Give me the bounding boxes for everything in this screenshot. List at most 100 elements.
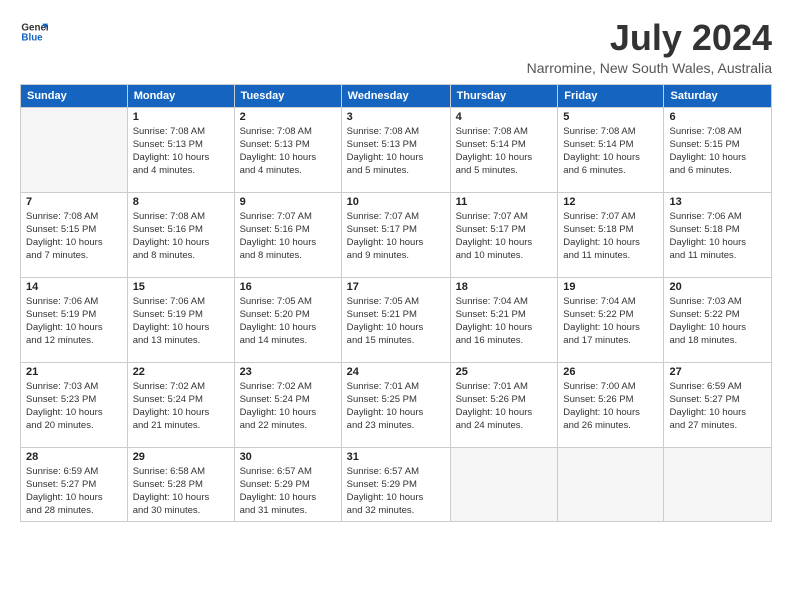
day-info: Sunrise: 7:02 AMSunset: 5:24 PMDaylight:…	[133, 380, 229, 433]
day-info: Sunrise: 7:04 AMSunset: 5:21 PMDaylight:…	[456, 295, 553, 348]
day-number: 3	[347, 111, 445, 123]
day-number: 7	[26, 196, 122, 208]
logo-icon: General Blue	[20, 18, 48, 46]
calendar-cell: 27Sunrise: 6:59 AMSunset: 5:27 PMDayligh…	[664, 362, 772, 447]
day-info: Sunrise: 7:08 AMSunset: 5:14 PMDaylight:…	[563, 125, 658, 178]
day-number: 8	[133, 196, 229, 208]
calendar-cell: 25 Sunrise: 7:01 AMSunset: 5:26 PMDayligh…	[450, 362, 558, 447]
day-number: 20	[669, 281, 766, 293]
calendar-cell: 8 Sunrise: 7:08 AMSunset: 5:16 PMDaylight…	[127, 192, 234, 277]
day-info: Sunrise: 7:04 AMSunset: 5:22 PMDaylight:…	[563, 295, 658, 348]
calendar-week-row-2: 14 Sunrise: 7:06 AMSunset: 5:19 PMDayligh…	[21, 277, 772, 362]
day-info: Sunrise: 7:06 AMSunset: 5:18 PMDaylight:…	[669, 210, 766, 263]
header: General Blue July 2024 Narromine, New So…	[20, 18, 772, 76]
calendar-cell: 12 Sunrise: 7:07 AMSunset: 5:18 PMDayligh…	[558, 192, 664, 277]
day-number: 29	[133, 451, 229, 463]
day-info: Sunrise: 6:59 AMSunset: 5:27 PMDaylight:…	[26, 465, 122, 518]
calendar-cell: 21 Sunrise: 7:03 AMSunset: 5:23 PMDayligh…	[21, 362, 128, 447]
day-number: 21	[26, 366, 122, 378]
col-friday: Friday	[558, 84, 664, 107]
day-info: Sunrise: 6:57 AMSunset: 5:29 PMDaylight:…	[347, 465, 445, 518]
calendar-cell: 19 Sunrise: 7:04 AMSunset: 5:22 PMDayligh…	[558, 277, 664, 362]
calendar-cell: 10Sunrise: 7:07 AMSunset: 5:17 PMDayligh…	[341, 192, 450, 277]
day-number: 12	[563, 196, 658, 208]
calendar-cell: 7 Sunrise: 7:08 AMSunset: 5:15 PMDaylight…	[21, 192, 128, 277]
day-number: 14	[26, 281, 122, 293]
col-tuesday: Tuesday	[234, 84, 341, 107]
calendar-week-row-3: 21 Sunrise: 7:03 AMSunset: 5:23 PMDayligh…	[21, 362, 772, 447]
calendar-cell: 6 Sunrise: 7:08 AMSunset: 5:15 PMDaylight…	[664, 107, 772, 192]
page: General Blue July 2024 Narromine, New So…	[0, 0, 792, 532]
day-info: Sunrise: 7:07 AMSunset: 5:18 PMDaylight:…	[563, 210, 658, 263]
day-number: 6	[669, 111, 766, 123]
calendar-cell: 14 Sunrise: 7:06 AMSunset: 5:19 PMDayligh…	[21, 277, 128, 362]
day-info: Sunrise: 7:06 AMSunset: 5:19 PMDaylight:…	[26, 295, 122, 348]
day-number: 5	[563, 111, 658, 123]
day-info: Sunrise: 7:03 AMSunset: 5:23 PMDaylight:…	[26, 380, 122, 433]
day-info: Sunrise: 7:01 AMSunset: 5:26 PMDaylight:…	[456, 380, 553, 433]
calendar-week-row-0: 1 Sunrise: 7:08 AMSunset: 5:13 PMDaylight…	[21, 107, 772, 192]
calendar-header-row: Sunday Monday Tuesday Wednesday Thursday…	[21, 84, 772, 107]
day-number: 9	[240, 196, 336, 208]
calendar-week-row-4: 28 Sunrise: 6:59 AMSunset: 5:27 PMDayligh…	[21, 447, 772, 521]
day-number: 17	[347, 281, 445, 293]
day-info: Sunrise: 7:05 AMSunset: 5:20 PMDaylight:…	[240, 295, 336, 348]
svg-text:Blue: Blue	[21, 32, 43, 43]
day-info: Sunrise: 7:00 AMSunset: 5:26 PMDaylight:…	[563, 380, 658, 433]
day-number: 31	[347, 451, 445, 463]
day-info: Sunrise: 7:08 AMSunset: 5:15 PMDaylight:…	[26, 210, 122, 263]
calendar-cell	[664, 447, 772, 521]
day-info: Sunrise: 7:07 AMSunset: 5:17 PMDaylight:…	[347, 210, 445, 263]
day-info: Sunrise: 7:08 AMSunset: 5:14 PMDaylight:…	[456, 125, 553, 178]
day-info: Sunrise: 7:07 AMSunset: 5:17 PMDaylight:…	[456, 210, 553, 263]
day-number: 19	[563, 281, 658, 293]
day-number: 23	[240, 366, 336, 378]
calendar-cell: 3 Sunrise: 7:08 AMSunset: 5:13 PMDaylight…	[341, 107, 450, 192]
day-number: 24	[347, 366, 445, 378]
calendar-cell: 2Sunrise: 7:08 AMSunset: 5:13 PMDaylight…	[234, 107, 341, 192]
day-info: Sunrise: 6:59 AMSunset: 5:27 PMDaylight:…	[669, 380, 766, 433]
day-info: Sunrise: 6:57 AMSunset: 5:29 PMDaylight:…	[240, 465, 336, 518]
col-wednesday: Wednesday	[341, 84, 450, 107]
calendar-cell: 23Sunrise: 7:02 AMSunset: 5:24 PMDayligh…	[234, 362, 341, 447]
day-number: 22	[133, 366, 229, 378]
day-number: 11	[456, 196, 553, 208]
day-info: Sunrise: 7:08 AMSunset: 5:13 PMDaylight:…	[240, 125, 336, 178]
calendar-cell: 9Sunrise: 7:07 AMSunset: 5:16 PMDaylight…	[234, 192, 341, 277]
calendar-cell: 18Sunrise: 7:04 AMSunset: 5:21 PMDayligh…	[450, 277, 558, 362]
day-number: 26	[563, 366, 658, 378]
calendar-cell: 13 Sunrise: 7:06 AMSunset: 5:18 PMDayligh…	[664, 192, 772, 277]
calendar-cell: 1Sunrise: 7:08 AMSunset: 5:13 PMDaylight…	[127, 107, 234, 192]
calendar-week-row-1: 7 Sunrise: 7:08 AMSunset: 5:15 PMDaylight…	[21, 192, 772, 277]
col-saturday: Saturday	[664, 84, 772, 107]
day-number: 25	[456, 366, 553, 378]
calendar-cell: 31 Sunrise: 6:57 AMSunset: 5:29 PMDayligh…	[341, 447, 450, 521]
calendar-cell	[21, 107, 128, 192]
col-monday: Monday	[127, 84, 234, 107]
day-info: Sunrise: 7:08 AMSunset: 5:15 PMDaylight:…	[669, 125, 766, 178]
day-info: Sunrise: 7:06 AMSunset: 5:19 PMDaylight:…	[133, 295, 229, 348]
calendar-cell: 28 Sunrise: 6:59 AMSunset: 5:27 PMDayligh…	[21, 447, 128, 521]
calendar-cell: 5 Sunrise: 7:08 AMSunset: 5:14 PMDaylight…	[558, 107, 664, 192]
calendar-cell	[558, 447, 664, 521]
day-number: 1	[133, 111, 229, 123]
col-thursday: Thursday	[450, 84, 558, 107]
calendar-cell: 22 Sunrise: 7:02 AMSunset: 5:24 PMDayligh…	[127, 362, 234, 447]
day-info: Sunrise: 7:08 AMSunset: 5:13 PMDaylight:…	[347, 125, 445, 178]
day-number: 13	[669, 196, 766, 208]
day-info: Sunrise: 7:05 AMSunset: 5:21 PMDaylight:…	[347, 295, 445, 348]
calendar-cell	[450, 447, 558, 521]
calendar-cell: 24Sunrise: 7:01 AMSunset: 5:25 PMDayligh…	[341, 362, 450, 447]
day-number: 16	[240, 281, 336, 293]
col-sunday: Sunday	[21, 84, 128, 107]
calendar-cell: 29 Sunrise: 6:58 AMSunset: 5:28 PMDayligh…	[127, 447, 234, 521]
calendar-cell: 4Sunrise: 7:08 AMSunset: 5:14 PMDaylight…	[450, 107, 558, 192]
day-info: Sunrise: 7:08 AMSunset: 5:16 PMDaylight:…	[133, 210, 229, 263]
day-info: Sunrise: 6:58 AMSunset: 5:28 PMDaylight:…	[133, 465, 229, 518]
calendar-cell: 30Sunrise: 6:57 AMSunset: 5:29 PMDayligh…	[234, 447, 341, 521]
day-number: 28	[26, 451, 122, 463]
day-number: 15	[133, 281, 229, 293]
logo: General Blue	[20, 18, 48, 46]
calendar-cell: 16 Sunrise: 7:05 AMSunset: 5:20 PMDayligh…	[234, 277, 341, 362]
calendar-cell: 15 Sunrise: 7:06 AMSunset: 5:19 PMDayligh…	[127, 277, 234, 362]
